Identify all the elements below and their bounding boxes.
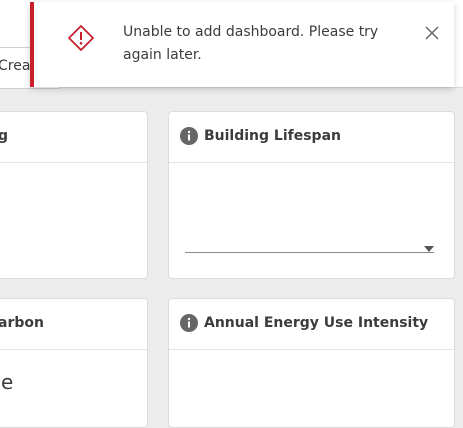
warning-diamond-icon bbox=[68, 25, 94, 51]
dashboard-card-building-lifespan: Building Lifespan bbox=[168, 111, 455, 279]
card-title: Annual Energy Use Intensity bbox=[204, 315, 429, 331]
chevron-down-icon[interactable] bbox=[424, 246, 434, 252]
info-icon[interactable] bbox=[180, 127, 198, 145]
error-toast: Unable to add dashboard. Please try agai… bbox=[30, 2, 454, 87]
close-icon[interactable] bbox=[422, 23, 442, 43]
select-underline bbox=[185, 252, 434, 253]
card-title: Building Lifespan bbox=[204, 128, 341, 144]
card-title: g bbox=[0, 128, 9, 144]
card-header: Building Lifespan bbox=[169, 112, 454, 163]
card-header: g bbox=[0, 112, 147, 163]
card-header: Annual Energy Use Intensity bbox=[169, 299, 454, 350]
info-icon[interactable] bbox=[180, 314, 198, 332]
carbon-unit-value: O2e bbox=[0, 370, 13, 398]
card-title: arbon bbox=[0, 315, 44, 331]
dashboard-card-carbon: arbon O2e bbox=[0, 298, 148, 428]
card-header: arbon bbox=[0, 299, 147, 350]
dashboard-card-energy-use-intensity: Annual Energy Use Intensity bbox=[168, 298, 455, 428]
dashboard-card-top-left: g bbox=[0, 111, 148, 279]
toast-message: Unable to add dashboard. Please try agai… bbox=[123, 24, 379, 63]
unit-suffix: e bbox=[1, 370, 14, 394]
